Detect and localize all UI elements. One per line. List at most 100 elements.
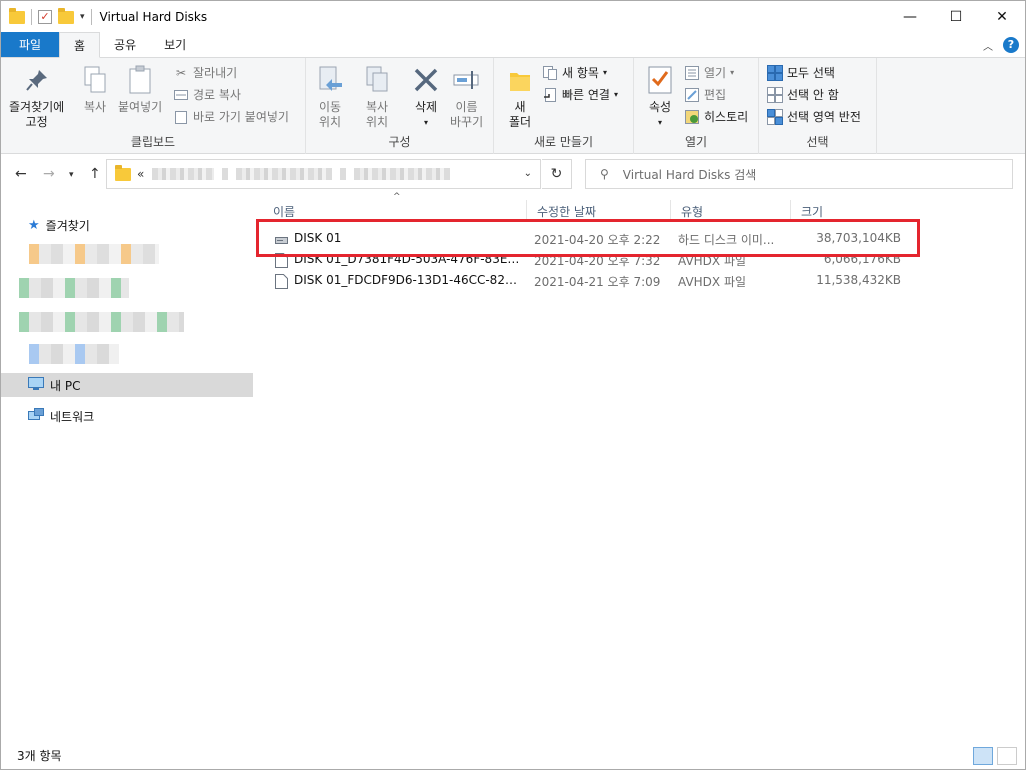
- clipboard-group: 즐겨찾기에 고정 복사 붙여넣기 ✂ 잘라내기 경로 복사 바로 가기 붙여넣기…: [1, 58, 306, 154]
- nav-quick-access-label: 즐겨찾기: [45, 218, 90, 233]
- copy-to-line1: 복사: [365, 100, 389, 114]
- cut-label: 잘라내기: [193, 66, 238, 80]
- file-list: ^ 이름 수정한 날짜 유형 크기 DISK 01 2021-04-20 오후 …: [263, 192, 1025, 741]
- paste-shortcut-button[interactable]: 바로 가기 붙여넣기: [173, 108, 289, 125]
- copy-button[interactable]: 복사: [79, 64, 111, 115]
- history-icon: [684, 109, 700, 125]
- quick-access-toolbar: ✓ ▾: [1, 7, 92, 25]
- invert-selection-button[interactable]: 선택 영역 반전: [767, 108, 861, 125]
- edit-label: 편집: [704, 88, 727, 102]
- tab-home[interactable]: 홈: [59, 32, 101, 58]
- tab-view[interactable]: 보기: [150, 32, 200, 57]
- view-toggle: [973, 747, 1017, 765]
- ribbon-controls: ︿ ?: [983, 37, 1019, 53]
- item-count: 3개 항목: [17, 748, 62, 763]
- blurred-pinned-item[interactable]: [19, 278, 129, 298]
- copy-icon: [79, 64, 111, 96]
- copy-to-button[interactable]: 복사 위치: [361, 64, 393, 130]
- open-label: 열기: [704, 66, 727, 80]
- divider: [90, 9, 92, 25]
- nav-network[interactable]: 네트워크: [1, 404, 253, 428]
- open-icon: [684, 65, 700, 81]
- move-to-line2: 위치: [318, 115, 342, 129]
- select-all-label: 모두 선택: [787, 66, 835, 80]
- minimize-button[interactable]: —: [887, 1, 933, 33]
- open-button[interactable]: 열기 ▾: [684, 64, 734, 81]
- edit-button[interactable]: 편집: [684, 86, 726, 103]
- paste-button[interactable]: 붙여넣기: [118, 64, 162, 115]
- delete-button[interactable]: 삭제 ▾: [410, 64, 442, 130]
- history-label: 히스토리: [704, 110, 749, 124]
- file-type: AVHDX 파일: [678, 275, 747, 289]
- new-group: 새 폴더 새 항목 ▾ 빠른 연결 ▾ 새로 만들기: [494, 58, 634, 154]
- organize-group-label: 구성: [388, 135, 411, 149]
- folder-icon: [9, 7, 25, 24]
- address-dropdown-icon[interactable]: ⌄: [524, 168, 532, 179]
- blurred-pinned-item[interactable]: [29, 244, 159, 264]
- new-item-label: 새 항목: [562, 66, 599, 80]
- edit-icon: [684, 87, 700, 103]
- new-item-icon: [542, 65, 558, 81]
- star-icon: ★: [28, 217, 40, 233]
- new-folder-button[interactable]: 새 폴더: [504, 64, 536, 130]
- explorer-window: ✓ ▾ Virtual Hard Disks — ☐ ✕ 파일 홈 공유 보기 …: [0, 0, 1026, 770]
- divider: [31, 9, 32, 25]
- help-icon[interactable]: ?: [1003, 37, 1019, 53]
- nav-this-pc[interactable]: 내 PC: [1, 373, 253, 397]
- select-all-button[interactable]: 모두 선택: [767, 64, 835, 81]
- breadcrumb-overflow[interactable]: «: [137, 167, 144, 181]
- file-row[interactable]: DISK 01_FDCDF9D6-13D1-46CC-827E-... 2021…: [271, 270, 911, 291]
- easy-access-dropdown-icon: ▾: [613, 90, 618, 99]
- nav-quick-access[interactable]: ★ 즐겨찾기: [1, 213, 253, 237]
- blurred-path-separator: [222, 168, 229, 180]
- select-none-icon: [767, 86, 783, 103]
- forward-arrow-icon[interactable]: →: [43, 166, 55, 182]
- select-none-label: 선택 안 함: [787, 88, 839, 102]
- properties-icon: [644, 64, 676, 96]
- new-item-button[interactable]: 새 항목 ▾: [542, 64, 607, 81]
- search-icon: ⚲: [600, 167, 609, 181]
- up-arrow-icon[interactable]: ↑: [89, 166, 101, 182]
- cut-button[interactable]: ✂ 잘라내기: [173, 64, 237, 81]
- blurred-pinned-item[interactable]: [29, 344, 119, 364]
- refresh-icon[interactable]: ↻: [542, 159, 572, 189]
- easy-access-button[interactable]: 빠른 연결 ▾: [542, 86, 618, 103]
- address-bar[interactable]: « ⌄: [106, 159, 541, 189]
- window-title: Virtual Hard Disks: [99, 10, 208, 24]
- file-size: 11,538,432KB: [816, 273, 901, 287]
- details-view-icon[interactable]: [973, 747, 993, 765]
- network-icon: [28, 407, 44, 425]
- back-arrow-icon[interactable]: ←: [15, 166, 27, 182]
- title-bar: ✓ ▾ Virtual Hard Disks — ☐ ✕: [1, 1, 1025, 33]
- select-none-button[interactable]: 선택 안 함: [767, 86, 839, 103]
- new-folder-icon[interactable]: [58, 7, 74, 24]
- move-to-line1: 이동: [318, 100, 342, 114]
- easy-access-label: 빠른 연결: [562, 88, 610, 102]
- paste-label: 붙여넣기: [118, 100, 163, 114]
- properties-dropdown-icon: ▾: [657, 118, 662, 127]
- copy-path-button[interactable]: 경로 복사: [173, 86, 241, 103]
- easy-access-icon: [542, 87, 558, 103]
- clipboard-group-label: 클립보드: [130, 135, 176, 149]
- blurred-pinned-item[interactable]: [19, 312, 184, 332]
- properties-button[interactable]: 속성 ▾: [644, 64, 676, 130]
- pin-to-quick-access-button[interactable]: 즐겨찾기에 고정: [9, 64, 64, 130]
- recent-locations-icon[interactable]: ▾: [69, 170, 74, 180]
- collapse-ribbon-icon[interactable]: ︿: [983, 38, 993, 53]
- tab-share[interactable]: 공유: [100, 32, 150, 57]
- properties-check-icon[interactable]: ✓: [38, 10, 52, 24]
- window-controls: — ☐ ✕: [887, 1, 1025, 33]
- rename-button[interactable]: 이름 바꾸기: [450, 64, 483, 130]
- large-icons-view-icon[interactable]: [997, 747, 1017, 765]
- tab-file[interactable]: 파일: [1, 32, 59, 57]
- copy-to-line2: 위치: [365, 115, 389, 129]
- close-button[interactable]: ✕: [979, 1, 1025, 33]
- pin-label-line1: 즐겨찾기에: [9, 100, 65, 114]
- maximize-button[interactable]: ☐: [933, 1, 979, 33]
- history-button[interactable]: 히스토리: [684, 108, 748, 125]
- customize-toolbar-icon[interactable]: ▾: [80, 12, 85, 22]
- properties-label: 속성: [648, 100, 672, 114]
- rename-line1: 이름: [455, 100, 478, 114]
- search-box[interactable]: ⚲ Virtual Hard Disks 검색: [585, 159, 1013, 189]
- move-to-button[interactable]: 이동 위치: [314, 64, 346, 130]
